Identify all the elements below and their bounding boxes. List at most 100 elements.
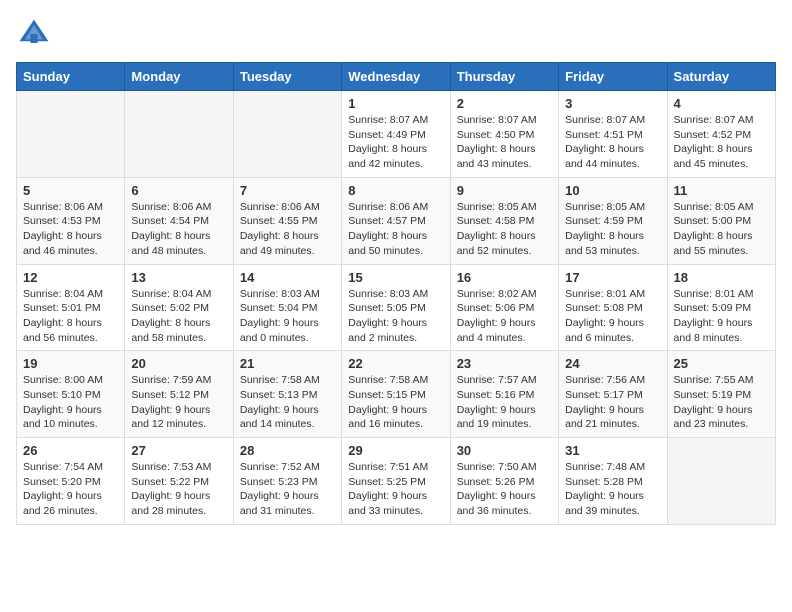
- calendar-row-3: 19 Sunrise: 8:00 AM Sunset: 5:10 PM Dayli…: [17, 351, 776, 438]
- calendar-cell: 8 Sunrise: 8:06 AM Sunset: 4:57 PM Daylig…: [342, 177, 450, 264]
- day-number: 5: [23, 183, 118, 198]
- calendar-cell: 28 Sunrise: 7:52 AM Sunset: 5:23 PM Dayli…: [233, 438, 341, 525]
- calendar-cell: 30Sunrise: 7:50 AM Sunset: 5:26 PM Dayli…: [450, 438, 558, 525]
- weekday-header-monday: Monday: [125, 63, 233, 91]
- day-number: 26: [23, 443, 118, 458]
- day-number: 11: [674, 183, 769, 198]
- day-info: Sunrise: 7:58 AM Sunset: 5:13 PM Dayligh…: [240, 373, 335, 432]
- day-info: Sunrise: 7:55 AM Sunset: 5:19 PM Dayligh…: [674, 373, 769, 432]
- day-info: Sunrise: 8:06 AM Sunset: 4:57 PM Dayligh…: [348, 200, 443, 259]
- day-number: 29: [348, 443, 443, 458]
- calendar-table: SundayMondayTuesdayWednesdayThursdayFrid…: [16, 62, 776, 525]
- calendar-row-0: 1 Sunrise: 8:07 AM Sunset: 4:49 PM Daylig…: [17, 91, 776, 178]
- weekday-header-sunday: Sunday: [17, 63, 125, 91]
- day-info: Sunrise: 8:01 AM Sunset: 5:08 PM Dayligh…: [565, 287, 660, 346]
- calendar-cell: 4 Sunrise: 8:07 AM Sunset: 4:52 PM Daylig…: [667, 91, 775, 178]
- calendar-cell: 16 Sunrise: 8:02 AM Sunset: 5:06 PM Dayli…: [450, 264, 558, 351]
- calendar-cell: 11 Sunrise: 8:05 AM Sunset: 5:00 PM Dayli…: [667, 177, 775, 264]
- calendar-cell: 12Sunrise: 8:04 AM Sunset: 5:01 PM Dayli…: [17, 264, 125, 351]
- day-number: 19: [23, 356, 118, 371]
- day-info: Sunrise: 8:06 AM Sunset: 4:53 PM Dayligh…: [23, 200, 118, 259]
- day-number: 13: [131, 270, 226, 285]
- day-info: Sunrise: 7:57 AM Sunset: 5:16 PM Dayligh…: [457, 373, 552, 432]
- day-number: 12: [23, 270, 118, 285]
- day-info: Sunrise: 7:54 AM Sunset: 5:20 PM Dayligh…: [23, 460, 118, 519]
- day-number: 28: [240, 443, 335, 458]
- day-number: 1: [348, 96, 443, 111]
- calendar-cell: 1 Sunrise: 8:07 AM Sunset: 4:49 PM Daylig…: [342, 91, 450, 178]
- day-info: Sunrise: 7:56 AM Sunset: 5:17 PM Dayligh…: [565, 373, 660, 432]
- day-info: Sunrise: 8:05 AM Sunset: 4:58 PM Dayligh…: [457, 200, 552, 259]
- weekday-header-tuesday: Tuesday: [233, 63, 341, 91]
- calendar-cell: [17, 91, 125, 178]
- day-info: Sunrise: 7:50 AM Sunset: 5:26 PM Dayligh…: [457, 460, 552, 519]
- weekday-header-thursday: Thursday: [450, 63, 558, 91]
- day-info: Sunrise: 8:07 AM Sunset: 4:50 PM Dayligh…: [457, 113, 552, 172]
- day-info: Sunrise: 8:07 AM Sunset: 4:51 PM Dayligh…: [565, 113, 660, 172]
- day-info: Sunrise: 7:52 AM Sunset: 5:23 PM Dayligh…: [240, 460, 335, 519]
- day-number: 17: [565, 270, 660, 285]
- day-info: Sunrise: 8:00 AM Sunset: 5:10 PM Dayligh…: [23, 373, 118, 432]
- day-info: Sunrise: 8:07 AM Sunset: 4:52 PM Dayligh…: [674, 113, 769, 172]
- calendar-cell: 29 Sunrise: 7:51 AM Sunset: 5:25 PM Dayli…: [342, 438, 450, 525]
- day-info: Sunrise: 8:03 AM Sunset: 5:05 PM Dayligh…: [348, 287, 443, 346]
- calendar-cell: 13 Sunrise: 8:04 AM Sunset: 5:02 PM Dayli…: [125, 264, 233, 351]
- day-info: Sunrise: 8:06 AM Sunset: 4:55 PM Dayligh…: [240, 200, 335, 259]
- day-number: 31: [565, 443, 660, 458]
- day-number: 16: [457, 270, 552, 285]
- calendar-cell: 3 Sunrise: 8:07 AM Sunset: 4:51 PM Daylig…: [559, 91, 667, 178]
- day-info: Sunrise: 7:51 AM Sunset: 5:25 PM Dayligh…: [348, 460, 443, 519]
- day-number: 15: [348, 270, 443, 285]
- calendar-cell: 15 Sunrise: 8:03 AM Sunset: 5:05 PM Dayli…: [342, 264, 450, 351]
- page-container: SundayMondayTuesdayWednesdayThursdayFrid…: [0, 0, 792, 535]
- day-info: Sunrise: 8:04 AM Sunset: 5:02 PM Dayligh…: [131, 287, 226, 346]
- day-info: Sunrise: 8:07 AM Sunset: 4:49 PM Dayligh…: [348, 113, 443, 172]
- day-number: 8: [348, 183, 443, 198]
- calendar-cell: 10 Sunrise: 8:05 AM Sunset: 4:59 PM Dayli…: [559, 177, 667, 264]
- calendar-cell: 17 Sunrise: 8:01 AM Sunset: 5:08 PM Dayli…: [559, 264, 667, 351]
- calendar-row-1: 5 Sunrise: 8:06 AM Sunset: 4:53 PM Daylig…: [17, 177, 776, 264]
- calendar-cell: 25 Sunrise: 7:55 AM Sunset: 5:19 PM Dayli…: [667, 351, 775, 438]
- calendar-cell: [233, 91, 341, 178]
- day-number: 3: [565, 96, 660, 111]
- day-number: 6: [131, 183, 226, 198]
- weekday-header-wednesday: Wednesday: [342, 63, 450, 91]
- calendar-cell: 2 Sunrise: 8:07 AM Sunset: 4:50 PM Daylig…: [450, 91, 558, 178]
- calendar-cell: 19 Sunrise: 8:00 AM Sunset: 5:10 PM Dayli…: [17, 351, 125, 438]
- day-info: Sunrise: 8:05 AM Sunset: 4:59 PM Dayligh…: [565, 200, 660, 259]
- day-info: Sunrise: 7:48 AM Sunset: 5:28 PM Dayligh…: [565, 460, 660, 519]
- day-info: Sunrise: 8:02 AM Sunset: 5:06 PM Dayligh…: [457, 287, 552, 346]
- calendar-cell: [125, 91, 233, 178]
- day-number: 4: [674, 96, 769, 111]
- calendar-cell: 20Sunrise: 7:59 AM Sunset: 5:12 PM Dayli…: [125, 351, 233, 438]
- day-number: 2: [457, 96, 552, 111]
- calendar-row-2: 12Sunrise: 8:04 AM Sunset: 5:01 PM Dayli…: [17, 264, 776, 351]
- calendar-cell: 22Sunrise: 7:58 AM Sunset: 5:15 PM Dayli…: [342, 351, 450, 438]
- weekday-header-saturday: Saturday: [667, 63, 775, 91]
- day-info: Sunrise: 7:53 AM Sunset: 5:22 PM Dayligh…: [131, 460, 226, 519]
- calendar-cell: 18Sunrise: 8:01 AM Sunset: 5:09 PM Dayli…: [667, 264, 775, 351]
- calendar-cell: 23 Sunrise: 7:57 AM Sunset: 5:16 PM Dayli…: [450, 351, 558, 438]
- calendar-row-4: 26 Sunrise: 7:54 AM Sunset: 5:20 PM Dayli…: [17, 438, 776, 525]
- day-number: 25: [674, 356, 769, 371]
- calendar-cell: 21 Sunrise: 7:58 AM Sunset: 5:13 PM Dayli…: [233, 351, 341, 438]
- calendar-cell: 9 Sunrise: 8:05 AM Sunset: 4:58 PM Daylig…: [450, 177, 558, 264]
- calendar-cell: 24 Sunrise: 7:56 AM Sunset: 5:17 PM Dayli…: [559, 351, 667, 438]
- calendar-cell: 27Sunrise: 7:53 AM Sunset: 5:22 PM Dayli…: [125, 438, 233, 525]
- day-info: Sunrise: 7:58 AM Sunset: 5:15 PM Dayligh…: [348, 373, 443, 432]
- calendar-cell: 6Sunrise: 8:06 AM Sunset: 4:54 PM Daylig…: [125, 177, 233, 264]
- calendar-cell: [667, 438, 775, 525]
- day-number: 10: [565, 183, 660, 198]
- logo-icon: [16, 16, 52, 52]
- calendar-cell: 7Sunrise: 8:06 AM Sunset: 4:55 PM Daylig…: [233, 177, 341, 264]
- logo: [16, 16, 58, 52]
- day-number: 9: [457, 183, 552, 198]
- weekday-header-friday: Friday: [559, 63, 667, 91]
- day-number: 24: [565, 356, 660, 371]
- day-number: 21: [240, 356, 335, 371]
- calendar-cell: 5 Sunrise: 8:06 AM Sunset: 4:53 PM Daylig…: [17, 177, 125, 264]
- day-info: Sunrise: 7:59 AM Sunset: 5:12 PM Dayligh…: [131, 373, 226, 432]
- day-number: 23: [457, 356, 552, 371]
- day-info: Sunrise: 8:05 AM Sunset: 5:00 PM Dayligh…: [674, 200, 769, 259]
- calendar-cell: 31 Sunrise: 7:48 AM Sunset: 5:28 PM Dayli…: [559, 438, 667, 525]
